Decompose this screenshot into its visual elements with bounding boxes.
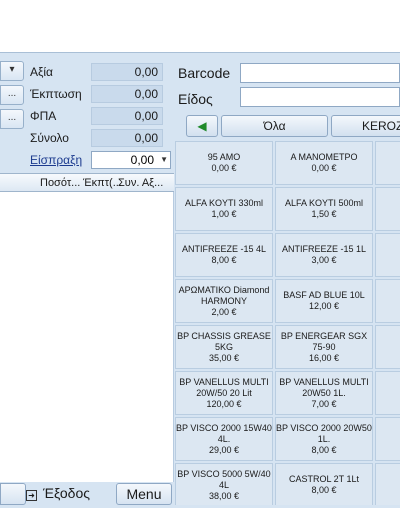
menu-button[interactable]: Menu — [116, 483, 172, 505]
vat-label: ΦΠΑ — [30, 109, 57, 123]
product-name: A ΜΑΝΟΜΕΤΡΟ — [290, 152, 358, 162]
total-field: 0,00 — [91, 129, 163, 147]
product-name: BP ENERGEAR SGX 75-90 — [280, 330, 368, 352]
product-tile[interactable]: BE — [375, 279, 400, 323]
product-tile[interactable]: ANTIFREEZE -15 4L 8,00 € — [175, 233, 273, 277]
exit-icon: ➜ — [26, 490, 37, 501]
product-tile[interactable]: BASF AD BLUE 10L 12,00 € — [275, 279, 373, 323]
product-price: 8,00 € — [311, 485, 337, 495]
product-tile[interactable]: ALFA KOYTI 330ml 1,00 € — [175, 187, 273, 231]
product-tile[interactable]: AMIT — [375, 187, 400, 231]
previous-category-button[interactable]: ◀ — [186, 115, 218, 137]
product-name: ALFA KOYTI 330ml — [184, 198, 264, 208]
column-quantity[interactable]: Ποσότ... — [40, 177, 80, 189]
product-name: BP CHASSIS GREASE 5KG — [177, 330, 271, 352]
product-name: BP VISCO 2000 15W40 4L. — [176, 422, 272, 444]
chevron-down-icon: ▾ — [9, 64, 15, 75]
product-name: BP VANELLUS MULTI 20W50 1L. — [279, 376, 369, 398]
column-total-value[interactable]: Συν. Αξ... — [118, 177, 163, 189]
product-tiles: 95 AMO 0,00 € A ΜΑΝΟΜΕΤΡΟ 0,00 € ALFA KOYTI … — [175, 141, 400, 505]
product-price: 29,00 € — [208, 444, 240, 455]
product-tile[interactable]: BP V — [375, 371, 400, 415]
product-price: 2,00 € — [211, 306, 237, 317]
product-price: 8,00 € — [211, 255, 237, 265]
chevron-down-icon[interactable]: ▼ — [160, 152, 168, 168]
product-name: BP VISCO 5000 5W/40 4L — [177, 468, 271, 490]
vat-field: 0,00 — [91, 107, 163, 125]
product-price: 3,00 € — [311, 255, 337, 265]
browse-button-2[interactable]: ... — [0, 109, 24, 129]
product-name: ΑΡΩΜΑΤΙΚΟ Diamond HARMONY — [178, 284, 270, 306]
value-field: 0,00 — [91, 63, 163, 81]
product-tile[interactable]: BP VISCO 2000 15W40 4L. 29,00 € — [175, 417, 273, 461]
product-price: 1,50 € — [311, 209, 337, 219]
product-name: ALFA KOYTI 500ml — [284, 198, 364, 208]
product-name: BASF AD BLUE 10L — [283, 290, 365, 300]
product-price: 7,00 € — [311, 398, 337, 409]
product-tile[interactable]: BP VISCO 5000 5W/40 4L 38,00 € — [175, 463, 273, 505]
product-name: BP VISCO 2000 20W50 1L. — [276, 422, 372, 444]
order-grid[interactable] — [0, 192, 174, 482]
product-price: 38,00 € — [208, 490, 240, 501]
category-kerozini-button[interactable]: KEROZA — [331, 115, 400, 137]
product-tile[interactable]: BP VANELLUS MULTI 20W50 1L. 7,00 € — [275, 371, 373, 415]
product-tile[interactable]: BP CHASSIS GREASE 5KG 35,00 € — [175, 325, 273, 369]
product-tile[interactable] — [375, 141, 400, 185]
value-label: Αξία — [30, 65, 53, 79]
product-tile[interactable]: BP VANELLUS MULTI 20W/50 20 Lit 120,00 € — [175, 371, 273, 415]
product-name: ANTIFREEZE -15 1L — [281, 244, 367, 254]
dropdown-button[interactable]: ▾ — [0, 61, 24, 81]
product-name: BP VANELLUS MULTI 20W/50 20 Lit — [179, 376, 269, 398]
total-label: Σύνολο — [30, 131, 69, 145]
product-tile[interactable]: A ΜΑΝΟΜΕΤΡΟ 0,00 € — [275, 141, 373, 185]
browse-button-1[interactable]: ... — [0, 85, 24, 105]
product-price: 120,00 € — [206, 398, 242, 409]
category-all-button[interactable]: Όλα — [221, 115, 328, 137]
product-price: 35,00 € — [208, 352, 240, 363]
product-tile[interactable]: ANTIFREEZE -15 1L 3,00 € — [275, 233, 373, 277]
product-price: 1,00 € — [211, 209, 237, 219]
product-price: 16,00 € — [308, 352, 340, 363]
product-tile[interactable]: BP E — [375, 325, 400, 369]
product-tile[interactable]: 95 AMO 0,00 € — [175, 141, 273, 185]
product-name: 95 AMO — [207, 152, 241, 162]
product-name: CASTROL 2T 1Lt — [288, 474, 360, 484]
order-grid-header: Ποσότ... Έκπτ(... Συν. Αξ... — [0, 173, 174, 192]
column-discount[interactable]: Έκπτ(... — [83, 177, 122, 189]
pos-window: ▾ ... ... Αξία 0,00 Έκπτωση 0,00 ΦΠΑ 0,0… — [0, 52, 400, 508]
item-label: Είδος — [178, 91, 213, 107]
payment-link[interactable]: Είσπραξη — [30, 153, 82, 167]
product-tile[interactable]: CAS — [375, 463, 400, 505]
product-tile[interactable]: ANT — [375, 233, 400, 277]
product-tile[interactable]: B — [375, 417, 400, 461]
product-tile[interactable]: CASTROL 2T 1Lt 8,00 € — [275, 463, 373, 505]
product-price: 8,00 € — [311, 444, 337, 455]
barcode-input[interactable] — [240, 63, 400, 83]
product-tile[interactable]: BP VISCO 2000 20W50 1L. 8,00 € — [275, 417, 373, 461]
payment-value: 0,00 — [130, 153, 154, 167]
exit-button[interactable]: ➜ Έξοδος — [8, 483, 108, 505]
product-tile[interactable]: ALFA KOYTI 500ml 1,50 € — [275, 187, 373, 231]
payment-combo[interactable]: 0,00 ▼ — [91, 151, 171, 169]
product-price: 0,00 € — [311, 163, 337, 173]
product-price: 12,00 € — [308, 301, 340, 311]
barcode-label: Barcode — [178, 65, 231, 81]
product-tile[interactable]: BP ENERGEAR SGX 75-90 16,00 € — [275, 325, 373, 369]
arrow-left-icon: ◀ — [197, 119, 207, 133]
product-tile[interactable]: ΑΡΩΜΑΤΙΚΟ Diamond HARMONY 2,00 € — [175, 279, 273, 323]
product-price: 0,00 € — [211, 163, 237, 173]
discount-field: 0,00 — [91, 85, 163, 103]
exit-label: Έξοδος — [43, 485, 90, 501]
product-name: ANTIFREEZE -15 4L — [181, 244, 267, 254]
discount-label: Έκπτωση — [30, 87, 82, 101]
item-input[interactable] — [240, 87, 400, 107]
